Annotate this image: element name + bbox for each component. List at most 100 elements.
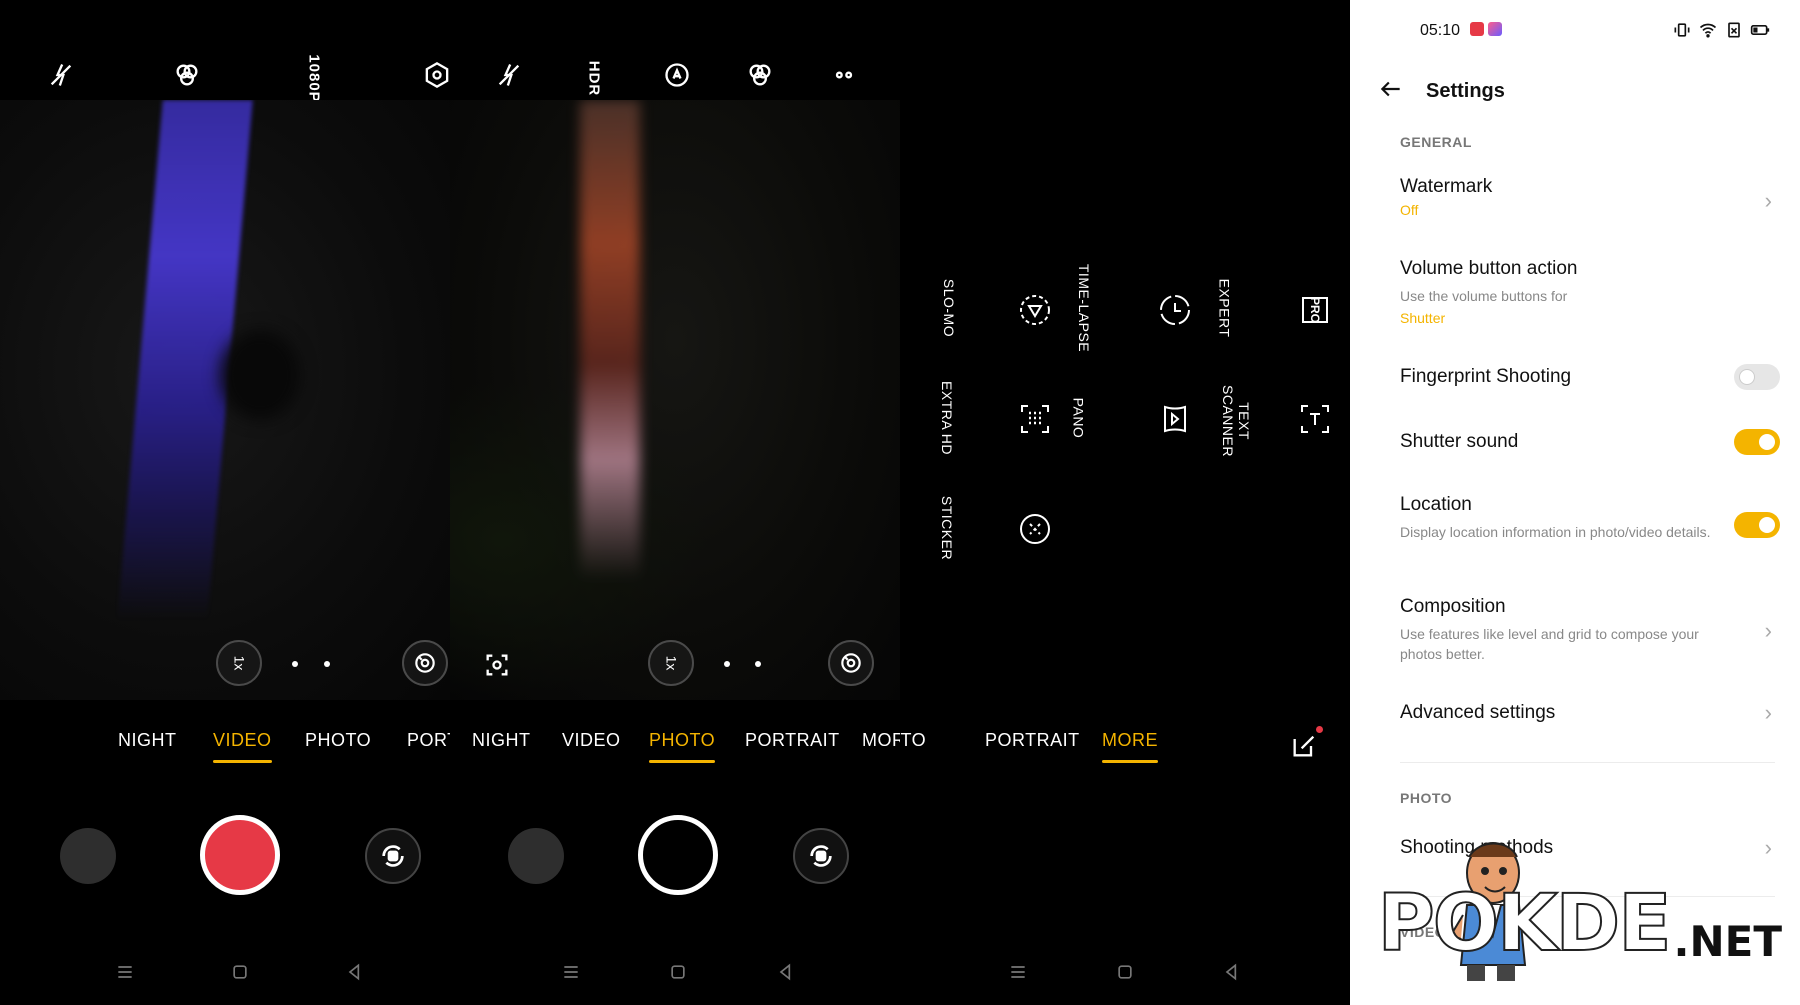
- chevron-right-icon: ›: [1764, 618, 1772, 643]
- logo-tld: .NET: [1673, 917, 1782, 966]
- sticker-icon[interactable]: [1005, 499, 1065, 559]
- setting-title: Volume button action: [1400, 258, 1578, 279]
- mode-photo[interactable]: PHOTO: [900, 730, 926, 751]
- mode-selector: NIGHT VIDEO PHOTO PORTRA: [0, 730, 450, 770]
- system-nav-bar: [0, 960, 450, 996]
- system-nav-bar: [900, 960, 1350, 996]
- mode-more[interactable]: MORE: [1102, 730, 1158, 763]
- home-icon[interactable]: [666, 960, 690, 984]
- no-sim-icon: [1728, 22, 1740, 38]
- menu-icon[interactable]: [1006, 960, 1030, 984]
- edit-modes-icon[interactable]: [1290, 726, 1323, 760]
- panorama-icon[interactable]: [1145, 389, 1205, 449]
- home-icon[interactable]: [228, 960, 252, 984]
- text-scanner-icon[interactable]: [1285, 389, 1345, 449]
- zoom-label: 1x: [230, 655, 247, 671]
- mode-portrait[interactable]: PORTRAIT: [745, 730, 840, 751]
- pro-icon[interactable]: PRO: [1285, 280, 1345, 340]
- more-options-icon[interactable]: [827, 58, 861, 92]
- back-arrow-icon[interactable]: [1378, 76, 1404, 107]
- mode-photo[interactable]: PHOTO: [649, 730, 716, 763]
- menu-icon[interactable]: [113, 960, 137, 984]
- mode-night[interactable]: NIGHT: [472, 730, 531, 751]
- mode-photo[interactable]: PHOTO: [305, 730, 371, 751]
- more-label-pano: PANO: [1070, 397, 1087, 439]
- setting-title: Shutter sound: [1400, 431, 1519, 452]
- watermark-logo: POKDE .NET: [1377, 884, 1782, 966]
- more-label-extra-hd: EXTRA HD: [939, 380, 956, 456]
- camera-top-bar: HDR: [450, 0, 900, 100]
- back-icon[interactable]: [343, 960, 367, 984]
- zoom-dot[interactable]: [755, 661, 761, 667]
- shutter-button[interactable]: [638, 815, 718, 895]
- ai-scene-icon[interactable]: [660, 58, 694, 92]
- mode-portrait[interactable]: PORTRAIT: [985, 730, 1080, 751]
- section-general: GENERAL: [1400, 134, 1472, 150]
- notification-dot: [1316, 726, 1323, 733]
- mode-night[interactable]: NIGHT: [118, 730, 177, 751]
- timelapse-icon[interactable]: [1145, 280, 1205, 340]
- setting-title: Fingerprint Shooting: [1400, 366, 1572, 387]
- zoom-dot[interactable]: [292, 661, 298, 667]
- mode-selector: NIGHT VIDEO PHOTO PORTRAIT MORE: [450, 730, 900, 770]
- chevron-right-icon: ›: [1764, 188, 1772, 213]
- system-nav-bar: [450, 960, 900, 996]
- setting-value: Off: [1400, 202, 1419, 218]
- back-icon[interactable]: [1220, 960, 1244, 984]
- resolution-label[interactable]: 1080P: [306, 54, 323, 102]
- zoom-dot[interactable]: [724, 661, 730, 667]
- location-setting[interactable]: Location Display location information in…: [1400, 494, 1780, 542]
- gallery-thumbnail[interactable]: [508, 828, 564, 884]
- hdr-toggle[interactable]: HDR: [585, 61, 602, 97]
- menu-icon[interactable]: [559, 960, 583, 984]
- advanced-settings[interactable]: Advanced settings ›: [1400, 700, 1780, 725]
- filter-icon[interactable]: [170, 58, 204, 92]
- mode-portrait[interactable]: PORTRA: [407, 730, 450, 751]
- slow-motion-icon[interactable]: [1005, 280, 1065, 340]
- pro-badge: PRO: [1307, 296, 1322, 324]
- composition-setting[interactable]: Composition Use features like level and …: [1400, 596, 1780, 664]
- mode-more[interactable]: MORE: [862, 730, 900, 751]
- zoom-button[interactable]: 1x: [216, 640, 262, 686]
- zoom-row: 1x: [0, 640, 450, 700]
- switch-camera-button[interactable]: [793, 828, 849, 884]
- viewfinder[interactable]: [450, 100, 900, 700]
- shutter-sound-setting[interactable]: Shutter sound: [1400, 429, 1780, 455]
- mode-video[interactable]: VIDEO: [562, 730, 621, 751]
- volume-button-setting[interactable]: Volume button action Use the volume butt…: [1400, 258, 1780, 326]
- settings-icon[interactable]: [420, 58, 450, 92]
- setting-subtitle: Use the volume buttons for: [1400, 288, 1568, 304]
- home-icon[interactable]: [1113, 960, 1137, 984]
- setting-value: Shutter: [1400, 310, 1446, 326]
- lens-icon[interactable]: [402, 640, 448, 686]
- setting-title: Watermark: [1400, 176, 1493, 197]
- setting-title: Composition: [1400, 596, 1506, 617]
- flash-off-icon[interactable]: [492, 58, 526, 92]
- fingerprint-toggle[interactable]: [1734, 364, 1780, 390]
- more-label-time-lapse: TIME-LAPSE: [1076, 263, 1093, 353]
- lens-icon[interactable]: [828, 640, 874, 686]
- watermark-setting[interactable]: Watermark Off ›: [1400, 176, 1780, 218]
- chevron-right-icon: ›: [1764, 835, 1772, 860]
- viewfinder[interactable]: [0, 100, 450, 700]
- more-label-sticker: STICKER: [939, 495, 956, 561]
- flash-off-icon[interactable]: [44, 58, 78, 92]
- zoom-dot[interactable]: [324, 661, 330, 667]
- back-icon[interactable]: [774, 960, 798, 984]
- setting-title: Advanced settings: [1400, 702, 1556, 723]
- filter-icon[interactable]: [743, 58, 777, 92]
- fingerprint-setting[interactable]: Fingerprint Shooting: [1400, 364, 1780, 390]
- camera-video-screen: 1080P 1x NIGHT VIDEO PHOTO PORTRA: [0, 0, 450, 1005]
- gallery-thumbnail[interactable]: [60, 828, 116, 884]
- zoom-button[interactable]: 1x: [648, 640, 694, 686]
- camera-more-screen: SLO-MO TIME-LAPSE EXPERT PRO EXTRA HD PA…: [900, 0, 1350, 1005]
- shutter-sound-toggle[interactable]: [1734, 429, 1780, 455]
- setting-subtitle: Display location information in photo/vi…: [1400, 524, 1711, 540]
- extra-hd-icon[interactable]: [1005, 389, 1065, 449]
- location-toggle[interactable]: [1734, 512, 1780, 538]
- mode-video[interactable]: VIDEO: [213, 730, 272, 763]
- record-button[interactable]: [200, 815, 280, 895]
- divider: [1400, 762, 1775, 763]
- switch-camera-button[interactable]: [365, 828, 421, 884]
- face-beauty-icon[interactable]: [480, 648, 514, 682]
